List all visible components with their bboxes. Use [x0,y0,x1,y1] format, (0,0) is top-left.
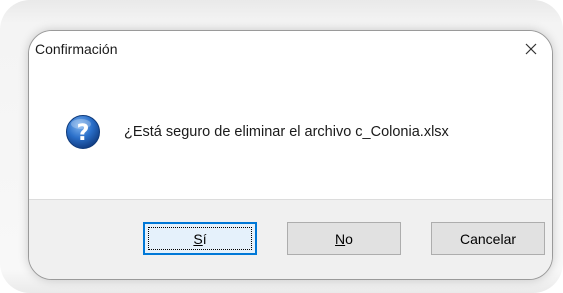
cancel-button[interactable]: Cancelar [431,222,545,255]
question-icon: ? [66,115,100,149]
button-bar: Sí No Cancelar [29,199,552,279]
yes-button[interactable]: Sí [143,222,257,255]
no-label-rest: o [345,230,353,247]
confirmation-message: ¿Está seguro de eliminar el archivo c_Co… [124,124,449,140]
yes-accelerator: S [193,230,203,247]
confirmation-dialog: Confirmación ? ¿Está seguro de eliminar … [28,30,553,280]
dialog-title: Confirmación [35,41,118,57]
close-icon [525,43,537,55]
svg-text:?: ? [77,121,90,146]
close-button[interactable] [520,38,542,60]
title-bar: Confirmación [29,31,552,69]
cancel-label: Cancelar [459,230,517,247]
dialog-content: ? ¿Está seguro de eliminar el archivo c_… [29,69,552,199]
no-button[interactable]: No [287,222,401,255]
no-accelerator: N [335,230,346,247]
yes-label-rest: í [202,230,207,247]
